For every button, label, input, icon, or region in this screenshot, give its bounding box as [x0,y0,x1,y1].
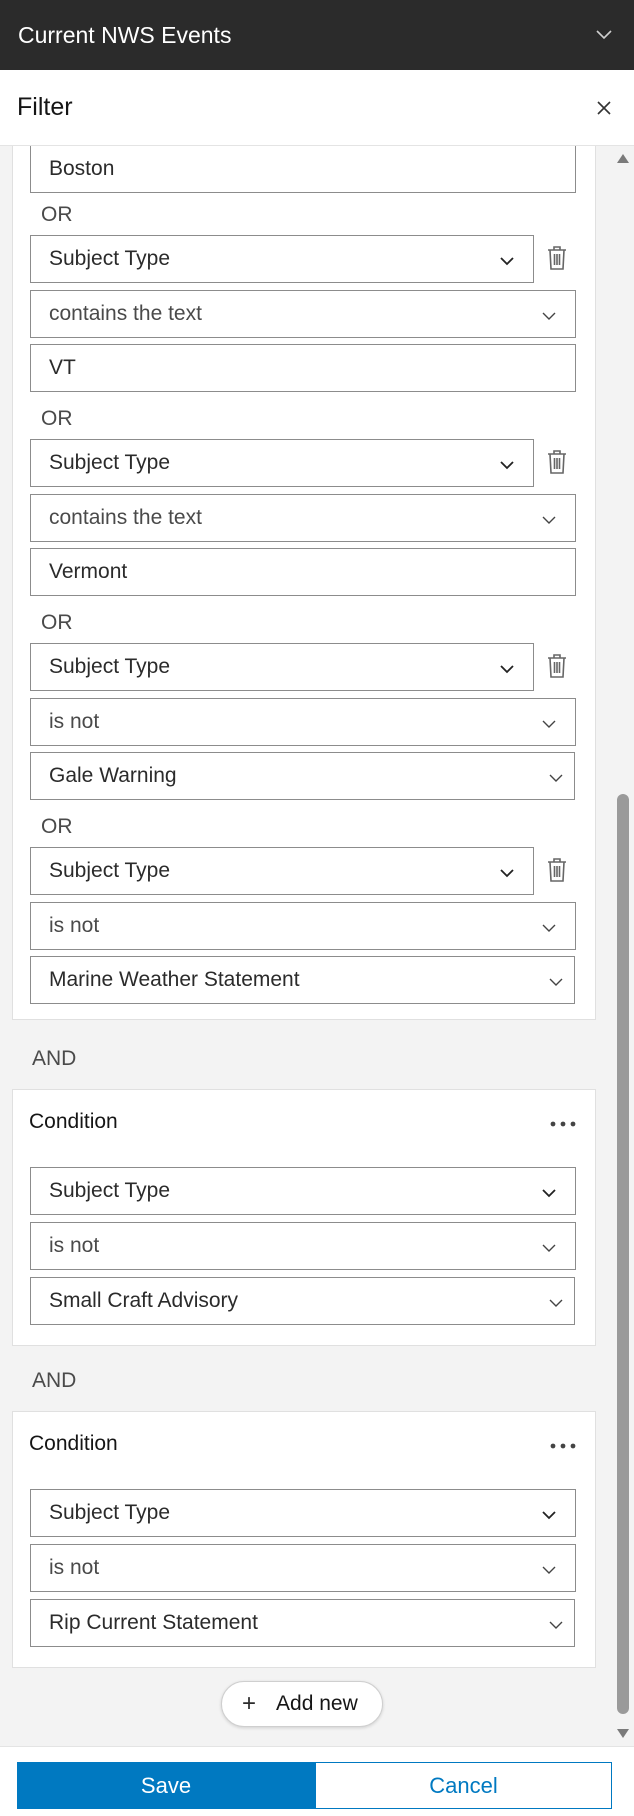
chevron-down-icon [549,1621,563,1629]
close-icon[interactable] [594,98,614,118]
chevron-down-icon [549,978,563,986]
more-options-icon[interactable] [550,1442,576,1450]
combobox-dropdown-button[interactable] [537,956,575,1004]
chevron-down-icon [542,1244,556,1252]
field-select[interactable]: Subject Type [30,439,534,487]
combobox-dropdown-button[interactable] [537,1599,575,1647]
operator-text: is not [49,710,100,733]
field-select-text: Subject Type [49,859,171,882]
trash-icon[interactable] [546,857,568,883]
value-text: Marine Weather Statement [49,968,300,991]
chevron-down-icon [549,774,563,782]
value-text: Boston [49,157,115,180]
condition-title: Condition [29,1432,118,1455]
field-select-text: Subject Type [49,451,171,474]
field-select[interactable]: Subject Type [30,847,534,895]
chevron-down-icon [500,461,514,470]
operator-select[interactable]: is not [30,1222,576,1270]
trash-icon[interactable] [546,449,568,475]
operator-text: is not [49,1556,100,1579]
field-select-text: Subject Type [49,1501,171,1524]
condition-title: Condition [29,1110,118,1133]
combobox-dropdown-button[interactable] [537,752,575,800]
value-combobox[interactable]: Small Craft Advisory [30,1277,538,1325]
vertical-scrollbar[interactable] [612,146,634,1746]
panel-footer: Save Cancel [0,1746,634,1816]
chevron-down-icon[interactable] [594,24,614,44]
chevron-down-icon [542,720,556,728]
operator-select[interactable]: is not [30,698,576,746]
operator-text: is not [49,1234,100,1257]
chevron-down-icon [542,1566,556,1574]
value-text: VT [49,356,76,379]
field-select[interactable]: Subject Type [30,1489,576,1537]
scroll-up-arrow-icon[interactable] [617,154,629,163]
field-select[interactable]: Subject Type [30,643,534,691]
value-text: Small Craft Advisory [49,1289,239,1312]
app-title: Current NWS Events [18,21,232,48]
value-text: Rip Current Statement [49,1611,258,1634]
value-combobox[interactable]: Rip Current Statement [30,1599,538,1647]
app-titlebar[interactable]: Current NWS Events [0,0,634,70]
chevron-down-icon [500,665,514,674]
plus-icon: + [242,1690,257,1717]
chevron-down-icon [500,869,514,878]
operator-text: contains the text [49,506,202,529]
filter-scroll-area: Boston OR Subject Type contains the text… [0,146,634,1746]
trash-icon[interactable] [546,653,568,679]
filter-panel-header: Filter [0,70,634,146]
trash-icon[interactable] [546,245,568,271]
operator-text: is not [49,914,100,937]
chevron-down-icon [542,924,556,932]
field-select[interactable]: Subject Type [30,235,534,283]
value-input[interactable]: Boston [30,146,576,193]
or-label: OR [41,203,73,226]
more-options-icon[interactable] [550,1120,576,1128]
operator-select[interactable]: is not [30,1544,576,1592]
chevron-down-icon [542,1511,556,1520]
panel-title: Filter [17,93,73,121]
value-text: Gale Warning [49,764,177,787]
field-select-text: Subject Type [49,247,171,270]
add-new-button[interactable]: + Add new [221,1681,383,1727]
chevron-down-icon [500,257,514,266]
chevron-down-icon [542,1189,556,1198]
operator-text: contains the text [49,302,202,325]
and-label: AND [32,1047,77,1070]
or-label: OR [41,815,73,838]
value-combobox[interactable]: Gale Warning [30,752,538,800]
scroll-down-arrow-icon[interactable] [617,1729,629,1738]
value-input[interactable]: VT [30,344,576,392]
field-select-text: Subject Type [49,1179,171,1202]
scrollbar-thumb[interactable] [617,794,629,1714]
combobox-dropdown-button[interactable] [537,1277,575,1325]
or-label: OR [41,611,73,634]
or-label: OR [41,407,73,430]
field-select[interactable]: Subject Type [30,1167,576,1215]
chevron-down-icon [542,312,556,320]
value-combobox[interactable]: Marine Weather Statement [30,956,538,1004]
and-label: AND [32,1369,77,1392]
value-text: Vermont [49,560,128,583]
operator-select[interactable]: contains the text [30,290,576,338]
value-input[interactable]: Vermont [30,548,576,596]
save-button[interactable]: Save [17,1762,315,1809]
field-select-text: Subject Type [49,655,171,678]
cancel-button[interactable]: Cancel [315,1762,612,1809]
add-new-label: Add new [276,1692,358,1715]
operator-select[interactable]: is not [30,902,576,950]
chevron-down-icon [549,1299,563,1307]
operator-select[interactable]: contains the text [30,494,576,542]
chevron-down-icon [542,516,556,524]
